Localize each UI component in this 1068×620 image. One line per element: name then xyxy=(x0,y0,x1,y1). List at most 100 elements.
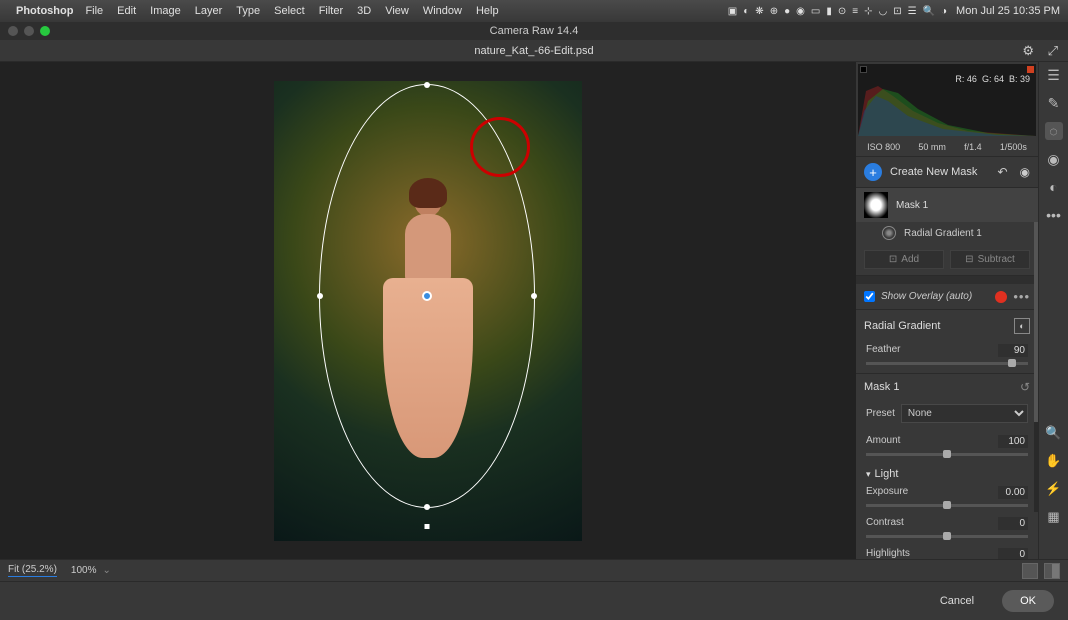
status-icon[interactable]: ⊙ xyxy=(838,6,846,17)
app-name[interactable]: Photoshop xyxy=(16,5,73,17)
feather-slider-thumb[interactable] xyxy=(1008,359,1016,367)
eyedropper-tool-icon[interactable]: ✎ xyxy=(1045,94,1063,112)
status-icon[interactable]: ❋ xyxy=(755,6,763,17)
hand-tool-icon[interactable]: ✋ xyxy=(1045,452,1063,470)
amount-slider[interactable] xyxy=(866,453,1028,456)
ok-button[interactable]: OK xyxy=(1002,590,1054,612)
more-tool-icon[interactable]: ••• xyxy=(1045,206,1063,224)
gradient-item[interactable]: Radial Gradient 1 xyxy=(856,222,1038,244)
visibility-icon[interactable]: ◉ xyxy=(1020,165,1030,179)
feather-value[interactable]: 90 xyxy=(998,344,1028,357)
overlay-handle-right[interactable] xyxy=(531,293,537,299)
highlights-value[interactable]: 0 xyxy=(998,548,1028,559)
window-close-button[interactable] xyxy=(8,26,18,36)
status-icon[interactable]: ◉ xyxy=(796,6,805,17)
wifi-icon[interactable]: ◡ xyxy=(878,6,887,17)
masking-tool-icon[interactable]: ◌ xyxy=(1045,122,1063,140)
mask-subtract-button[interactable]: ⊟Subtract xyxy=(950,250,1030,269)
view-single-button[interactable] xyxy=(1022,563,1038,579)
window-minimize-button[interactable] xyxy=(24,26,34,36)
status-icon[interactable]: ☰ xyxy=(908,6,917,17)
zoom-fit-label[interactable]: Fit (25.2%) xyxy=(8,564,57,577)
invert-gradient-icon[interactable]: ◐ xyxy=(1014,318,1030,334)
mask-name: Mask 1 xyxy=(896,200,928,211)
window-maximize-button[interactable] xyxy=(40,26,50,36)
menu-image[interactable]: Image xyxy=(150,5,181,17)
annotation-circle xyxy=(470,117,530,177)
zoom-percent[interactable]: 100% xyxy=(71,565,97,576)
shadow-clip-warning[interactable] xyxy=(860,66,867,73)
create-mask-button[interactable]: + xyxy=(864,163,882,181)
toggle-tool-icon[interactable]: ⚡ xyxy=(1045,480,1063,498)
mask-item[interactable]: Mask 1 xyxy=(856,188,1038,222)
amount-value[interactable]: 100 xyxy=(998,435,1028,448)
zoom-tool-icon[interactable]: 🔍 xyxy=(1045,424,1063,442)
status-icon[interactable]: ≡ xyxy=(852,6,858,17)
side-toolbar: ☰ ✎ ◌ ◉ ◐ ••• 🔍 ✋ ⚡ ▦ xyxy=(1038,62,1068,559)
overlay-handle-top[interactable] xyxy=(424,82,430,88)
overlay-more-icon[interactable]: ••• xyxy=(1013,289,1030,304)
grid-tool-icon[interactable]: ▦ xyxy=(1045,508,1063,526)
settings-gear-icon[interactable]: ⚙ xyxy=(1022,43,1034,59)
redeye-tool-icon[interactable]: ◉ xyxy=(1045,150,1063,168)
chevron-down-icon: ▾ xyxy=(866,469,871,480)
contrast-slider[interactable] xyxy=(866,535,1028,538)
reset-icon[interactable]: ↺ xyxy=(1020,380,1030,394)
show-overlay-checkbox[interactable] xyxy=(864,291,875,302)
fullscreen-icon[interactable]: ⤢ xyxy=(1048,43,1058,59)
status-icon[interactable]: ◐ xyxy=(743,6,749,17)
mask-add-button[interactable]: ⊡Add xyxy=(864,250,944,269)
scrollbar-thumb[interactable] xyxy=(1034,222,1038,422)
status-icon[interactable]: ▣ xyxy=(728,6,737,17)
preset-select[interactable]: None xyxy=(901,404,1028,423)
heal-tool-icon[interactable]: ◐ xyxy=(1045,178,1063,196)
search-icon[interactable]: 🔍 xyxy=(923,6,935,17)
menubar-clock[interactable]: Mon Jul 25 10:35 PM xyxy=(956,5,1060,17)
control-center-icon[interactable]: ◑ xyxy=(941,6,947,17)
menu-filter[interactable]: Filter xyxy=(319,5,343,17)
canvas[interactable] xyxy=(0,62,856,559)
zoom-dropdown-icon[interactable]: ⌄ xyxy=(102,565,110,576)
menu-type[interactable]: Type xyxy=(236,5,260,17)
overlay-handle-left[interactable] xyxy=(317,293,323,299)
contrast-slider-thumb[interactable] xyxy=(943,532,951,540)
create-mask-row: + Create New Mask ↶ ◉ xyxy=(856,157,1038,188)
menu-help[interactable]: Help xyxy=(476,5,499,17)
undo-icon[interactable]: ↶ xyxy=(997,165,1007,179)
status-icon[interactable]: ⊹ xyxy=(864,6,872,17)
highlight-clip-warning[interactable] xyxy=(1027,66,1034,73)
overlay-color-swatch[interactable] xyxy=(995,291,1007,303)
window-titlebar: Camera Raw 14.4 xyxy=(0,22,1068,40)
menu-layer[interactable]: Layer xyxy=(195,5,223,17)
exposure-value[interactable]: 0.00 xyxy=(998,486,1028,499)
contrast-value[interactable]: 0 xyxy=(998,517,1028,530)
cancel-button[interactable]: Cancel xyxy=(922,590,992,612)
histogram[interactable]: R: 46 G: 64 B: 39 xyxy=(858,64,1036,136)
feather-slider[interactable] xyxy=(866,362,1028,365)
highlights-label: Highlights xyxy=(866,548,910,559)
light-section-header[interactable]: ▾ Light xyxy=(856,464,1038,484)
exposure-slider-thumb[interactable] xyxy=(943,501,951,509)
amount-slider-thumb[interactable] xyxy=(943,450,951,458)
exposure-slider[interactable] xyxy=(866,504,1028,507)
status-icon[interactable]: ▭ xyxy=(811,6,820,17)
photo-preview[interactable] xyxy=(274,81,582,541)
status-icon[interactable]: ▮ xyxy=(826,6,832,17)
menu-window[interactable]: Window xyxy=(423,5,462,17)
panel-scrollbar[interactable] xyxy=(1034,222,1038,512)
menu-3d[interactable]: 3D xyxy=(357,5,371,17)
show-overlay-label: Show Overlay (auto) xyxy=(881,291,989,302)
menu-file[interactable]: File xyxy=(85,5,103,17)
status-icon[interactable]: ⊡ xyxy=(893,6,901,17)
edit-tool-icon[interactable]: ☰ xyxy=(1045,66,1063,84)
view-compare-button[interactable] xyxy=(1044,563,1060,579)
preset-row: Preset None xyxy=(856,400,1038,433)
status-icon[interactable]: ⊕ xyxy=(770,6,778,17)
overlay-feather-handle[interactable] xyxy=(425,524,430,529)
status-icon[interactable]: ● xyxy=(784,6,790,17)
menu-view[interactable]: View xyxy=(385,5,409,17)
overlay-handle-bottom[interactable] xyxy=(424,504,430,510)
menu-edit[interactable]: Edit xyxy=(117,5,136,17)
create-mask-label[interactable]: Create New Mask xyxy=(890,166,985,178)
menu-select[interactable]: Select xyxy=(274,5,305,17)
